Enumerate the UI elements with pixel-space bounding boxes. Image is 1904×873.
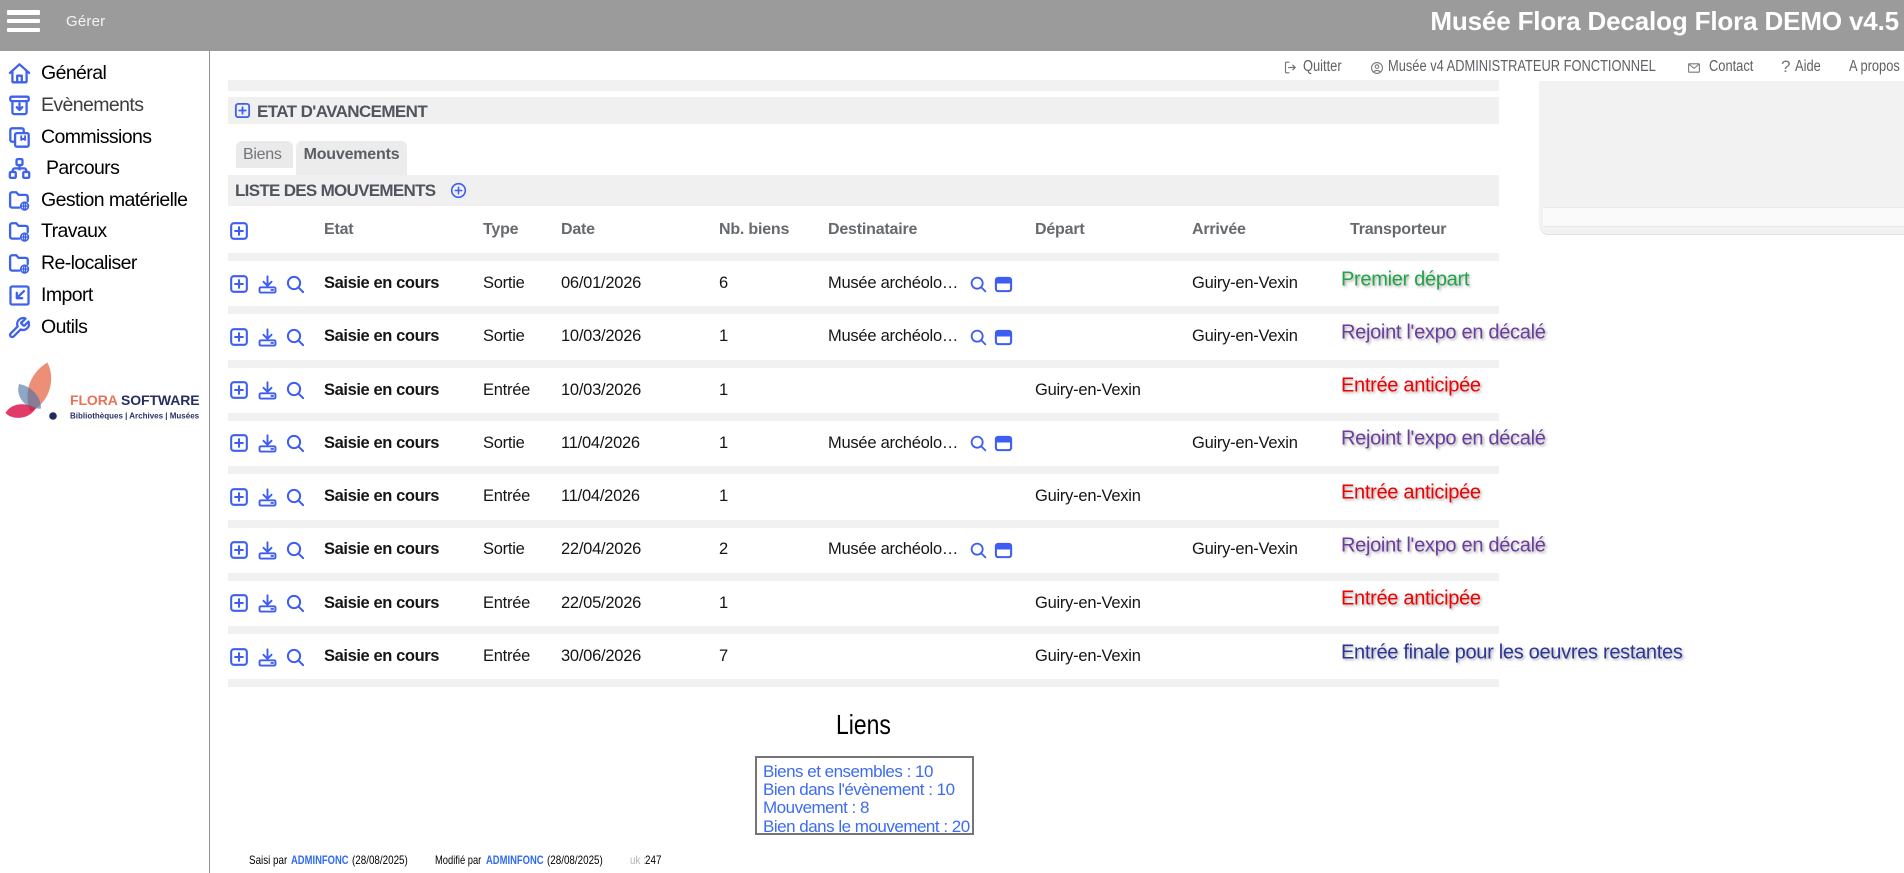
svg-text:Bibliothèques | Archives | Mus: Bibliothèques | Archives | Musées <box>70 412 200 421</box>
svg-text:FLORA SOFTWARE: FLORA SOFTWARE <box>70 392 200 408</box>
